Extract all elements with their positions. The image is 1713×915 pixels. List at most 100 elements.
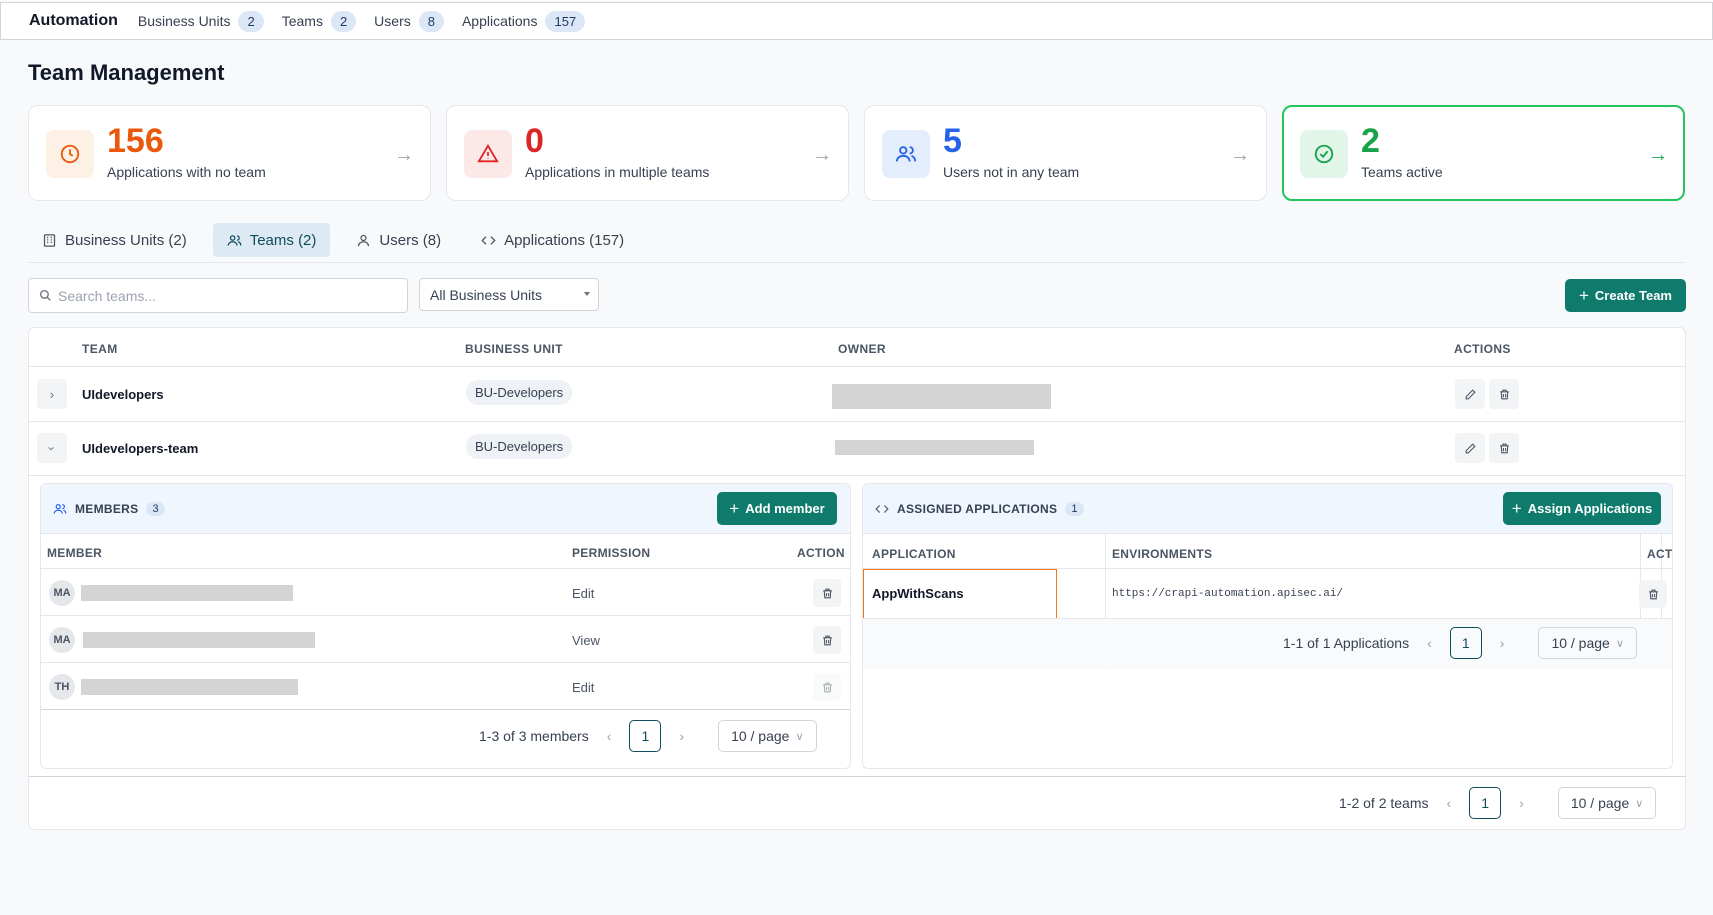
select-value: All Business Units [430,286,543,303]
col-action: ACTION [1647,547,1673,561]
members-panel: MEMBERS 3 + Add member MEMBER PERMISSION… [40,483,851,769]
delete-button[interactable] [1489,379,1519,409]
divider [41,615,850,616]
check-circle-icon [1300,130,1348,178]
page-size-value: 10 / page [1551,635,1610,651]
tab-label: Business Units (2) [65,231,187,249]
owner-redacted [832,384,1051,409]
arrow-right-icon: → [1648,144,1668,166]
remove-member-button[interactable] [813,579,841,607]
page-size-value: 10 / page [731,728,790,744]
add-member-button[interactable]: + Add member [717,492,837,525]
arrow-right-icon: → [1230,144,1250,166]
permission-value: View [572,633,600,648]
tab-teams[interactable]: Teams (2) [212,223,331,257]
page-size-select[interactable]: 10 / page ∨ [1538,627,1637,659]
trash-icon [1648,589,1658,599]
stat-card-users-no-team[interactable]: 5 Users not in any team → [864,105,1267,201]
edit-button[interactable] [1455,433,1485,463]
nav-business-units[interactable]: Business Units 2 [138,10,264,32]
button-label: Assign Applications [1527,501,1653,516]
plus-icon: + [1511,499,1522,518]
page-size-select[interactable]: 10 / page ∨ [1557,787,1657,819]
search-box [28,278,408,313]
owner-redacted [835,440,1034,455]
chevron-right-icon[interactable]: › [1519,795,1524,811]
assigned-header: ASSIGNED APPLICATIONS 1 + Assign Applica… [863,484,1672,534]
stat-card-no-team[interactable]: 156 Applications with no team → [28,105,431,201]
environment-url: https://crapi-automation.apisec.ai/ [1112,588,1344,600]
chevron-down-icon: ∨ [1635,797,1644,810]
create-team-button[interactable]: + Create Team [1565,279,1686,312]
user-icon [358,234,370,246]
col-environments: ENVIRONMENTS [1112,547,1213,561]
trash-icon [822,635,832,645]
page-button[interactable]: 1 [1449,627,1482,659]
stat-card-teams-active[interactable]: 2 Teams active → [1282,105,1685,201]
nav-count: 8 [418,10,444,32]
divider [29,421,1685,422]
tab-label: Users (8) [379,231,442,249]
stat-label: Teams active [1361,164,1443,180]
members-header: MEMBERS 3 + Add member [41,484,850,534]
tab-business-units[interactable]: Business Units (2) [28,223,201,257]
stat-card-multiple-teams[interactable]: 0 Applications in multiple teams → [446,105,849,201]
divider [41,662,850,663]
stat-label: Applications with no team [107,164,266,180]
application-name[interactable]: AppWithScans [872,586,964,601]
nav-count: 157 [545,10,586,32]
page-button[interactable]: 1 [1469,787,1502,819]
page-button[interactable]: 1 [629,720,662,752]
pencil-icon [1465,442,1476,453]
pagination-summary: 1-3 of 3 members [479,728,589,744]
code-icon [875,505,889,513]
search-input[interactable] [58,287,378,304]
team-name[interactable]: UIdevelopers-team [82,441,198,456]
avatar: TH [49,674,75,700]
remove-member-button[interactable] [813,626,841,654]
chevron-left-icon[interactable]: ‹ [1447,795,1452,811]
nav-teams[interactable]: Teams 2 [282,10,357,32]
member-redacted [81,585,293,601]
page-size-select[interactable]: 10 / page ∨ [718,720,817,752]
assign-applications-button[interactable]: + Assign Applications [1503,492,1661,525]
tab-bar: Business Units (2) Teams (2) Users (8) A… [28,223,1686,263]
avatar: MA [49,627,75,653]
business-unit-select[interactable]: All Business Units [419,278,599,311]
divider [41,568,850,569]
member-redacted [83,632,315,648]
nav-users[interactable]: Users 8 [374,10,444,32]
nav-applications[interactable]: Applications 157 [461,10,586,32]
col-member: MEMBER [47,546,103,560]
business-unit-tag: BU-Developers [466,380,573,405]
chevron-left-icon[interactable]: ‹ [607,728,612,744]
assigned-title: ASSIGNED APPLICATIONS 1 [875,502,1084,516]
edit-button[interactable] [1455,379,1485,409]
chevron-right-icon[interactable]: › [1500,635,1505,651]
nav-count: 2 [330,10,357,32]
delete-button[interactable] [1489,433,1519,463]
chevron-right-icon[interactable]: › [679,728,684,744]
col-application: APPLICATION [872,547,956,561]
col-business-unit: BUSINESS UNIT [465,342,563,356]
caret-down-icon [584,292,590,296]
collapse-button[interactable]: › [37,433,67,463]
permission-value: Edit [572,680,595,695]
stat-value: 2 [1361,122,1380,160]
divider [41,709,850,710]
tab-users[interactable]: Users (8) [342,223,455,257]
tab-label: Applications (157) [504,231,625,249]
team-name[interactable]: UIdevelopers [82,387,164,402]
brand-title: Automation [29,12,118,29]
tab-applications[interactable]: Applications (157) [467,223,638,257]
nav-count: 2 [238,10,264,32]
chevron-left-icon[interactable]: ‹ [1427,635,1432,651]
teams-pagination: 1-2 of 2 teams ‹ 1 › 10 / page ∨ [1339,787,1657,819]
remove-member-button[interactable] [813,673,841,701]
col-actions: ACTIONS [1454,342,1511,356]
unassign-button[interactable] [1639,580,1667,608]
button-label: Add member [745,501,825,516]
expand-button[interactable]: › [37,379,67,409]
applications-pagination: 1-1 of 1 Applications ‹ 1 › 10 / page ∨ [1283,627,1637,659]
nav-label: Applications [461,13,538,29]
